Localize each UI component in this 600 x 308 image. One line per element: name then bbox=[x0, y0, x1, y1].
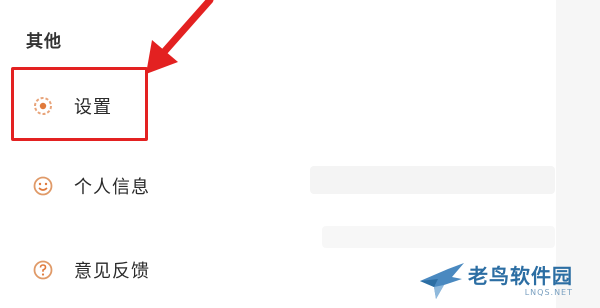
bird-logo-icon bbox=[420, 263, 464, 299]
highlight-annotation-box bbox=[11, 67, 148, 141]
section-title: 其他 bbox=[26, 32, 62, 52]
faded-background-row bbox=[310, 166, 555, 194]
menu-item-label: 个人信息 bbox=[74, 177, 150, 198]
menu-item-feedback[interactable]: 意见反馈 bbox=[30, 250, 150, 290]
question-icon bbox=[30, 257, 56, 283]
faded-background-row bbox=[322, 226, 555, 248]
menu-item-label: 意见反馈 bbox=[74, 261, 150, 282]
smile-face-icon bbox=[30, 173, 56, 199]
settings-menu-panel: 其他 设置 个人信息 意见反馈 老鸟软件园 LNQS.NET bbox=[0, 0, 600, 308]
watermark-brand: 老鸟软件园 bbox=[468, 264, 573, 288]
watermark-logo: 老鸟软件园 LNQS.NET bbox=[418, 258, 588, 304]
menu-item-profile[interactable]: 个人信息 bbox=[30, 166, 150, 206]
pointer-arrow-icon bbox=[146, 0, 214, 74]
watermark-domain: LNQS.NET bbox=[524, 288, 573, 297]
